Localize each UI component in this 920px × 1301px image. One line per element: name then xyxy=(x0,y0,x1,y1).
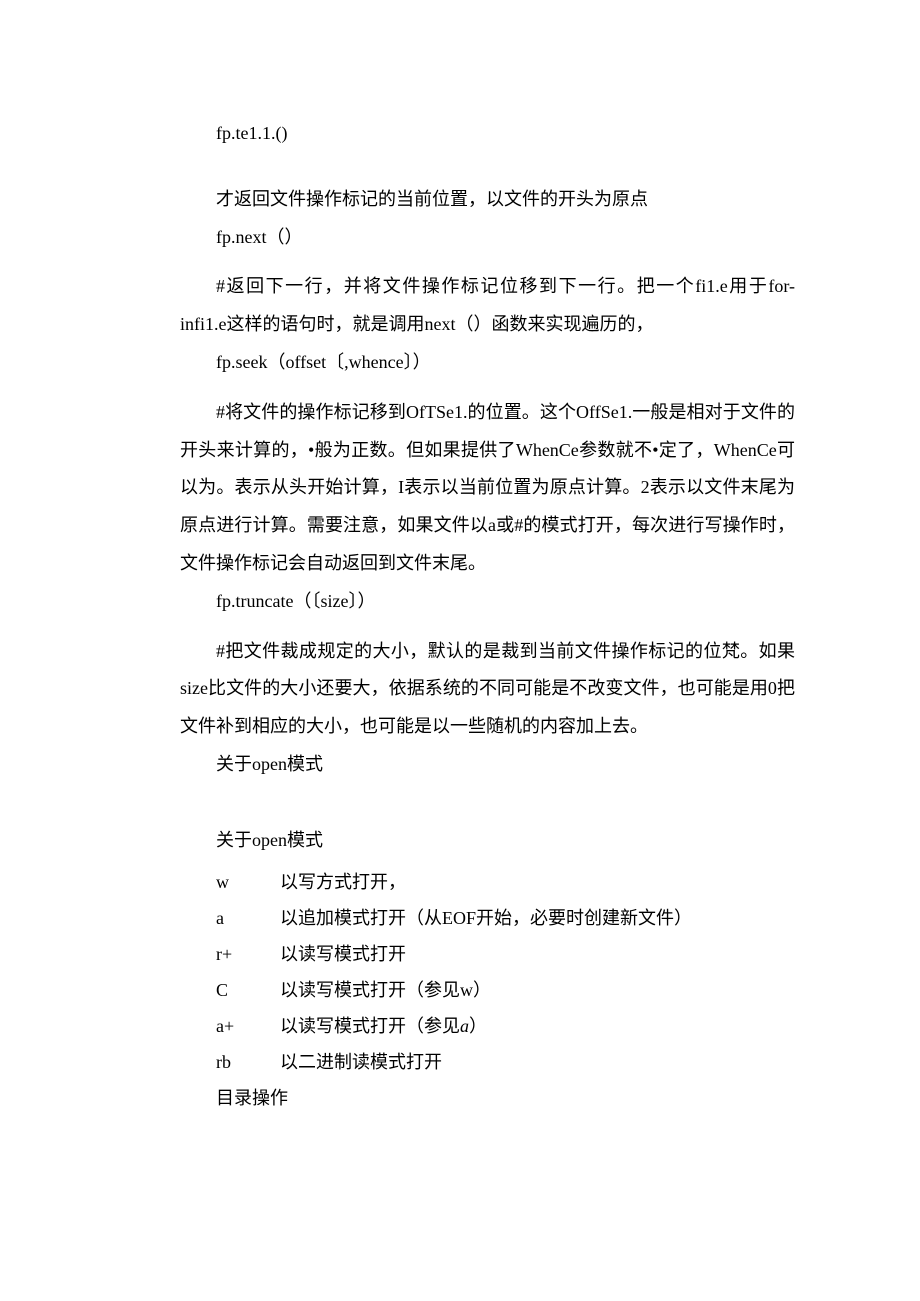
text-tell-desc: 才返回文件操作标记的当前位置，以文件的开头为原点 xyxy=(180,181,795,219)
mode-row-rplus: r+ 以读写模式打开 xyxy=(180,936,795,972)
open-modes-section: 关于open模式 w 以写方式打开， a 以追加模式打开（从EOF开始，必要时创… xyxy=(180,822,795,1080)
code-line-fp-tell: fp.te1.1.() xyxy=(180,115,795,153)
mode-key: a xyxy=(216,900,280,936)
mode-key: r+ xyxy=(216,936,280,972)
code-line-fp-seek: fp.seek（offset〔,whence〕） xyxy=(180,344,795,382)
mode-desc: 以读写模式打开（参见a） xyxy=(280,1008,795,1044)
mode-desc: 以写方式打开， xyxy=(280,864,795,900)
mode-desc-suffix: ） xyxy=(469,1016,487,1036)
text-truncate-desc: #把文件裁成规定的大小，默认的是裁到当前文件操作标记的位梵。如果size比文件的… xyxy=(180,633,795,746)
code-line-fp-truncate: fp.truncate（〔size〕） xyxy=(180,583,795,621)
para-truncate-desc-group: #把文件裁成规定的大小，默认的是裁到当前文件操作标记的位梵。如果size比文件的… xyxy=(180,633,795,784)
mode-desc: 以读写模式打开（参见w） xyxy=(280,972,795,1008)
text-next-desc: #返回下一行，并将文件操作标记位移到下一行。把一个fi1.e用于for-infi… xyxy=(180,268,795,344)
mode-row-rb: rb 以二进制读模式打开 xyxy=(180,1044,795,1080)
mode-key: rb xyxy=(216,1044,280,1080)
mode-desc: 以追加模式打开（从EOF开始，必要时创建新文件） xyxy=(280,900,795,936)
heading-directory-ops: 目录操作 xyxy=(180,1080,795,1118)
mode-row-a: a 以追加模式打开（从EOF开始，必要时创建新文件） xyxy=(180,900,795,936)
mode-row-w: w 以写方式打开， xyxy=(180,864,795,900)
mode-key: w xyxy=(216,864,280,900)
text-seek-desc: #将文件的操作标记移到OfTSe1.的位置。这个OffSe1.一般是相对于文件的… xyxy=(180,394,795,583)
para-next-desc-group: #返回下一行，并将文件操作标记位移到下一行。把一个fi1.e用于for-infi… xyxy=(180,268,795,381)
mode-desc: 以二进制读模式打开 xyxy=(280,1044,795,1080)
mode-desc-em: a xyxy=(460,1016,469,1036)
document-page: fp.te1.1.() 才返回文件操作标记的当前位置，以文件的开头为原点 fp.… xyxy=(0,0,920,1301)
mode-key: a+ xyxy=(216,1008,280,1044)
mode-desc-prefix: 以读写模式打开（参见 xyxy=(280,1016,460,1036)
mode-row-c: C 以读写模式打开（参见w） xyxy=(180,972,795,1008)
para-seek-desc-group: #将文件的操作标记移到OfTSe1.的位置。这个OffSe1.一般是相对于文件的… xyxy=(180,394,795,621)
mode-desc: 以读写模式打开 xyxy=(280,936,795,972)
para-tell-desc-group: 才返回文件操作标记的当前位置，以文件的开头为原点 fp.next（） xyxy=(180,181,795,257)
code-line-fp-next: fp.next（） xyxy=(180,219,795,257)
heading-open-mode-2: 关于open模式 xyxy=(180,822,795,860)
heading-open-mode-1: 关于open模式 xyxy=(180,746,795,784)
mode-key: C xyxy=(216,972,280,1008)
mode-row-aplus: a+ 以读写模式打开（参见a） xyxy=(180,1008,795,1044)
